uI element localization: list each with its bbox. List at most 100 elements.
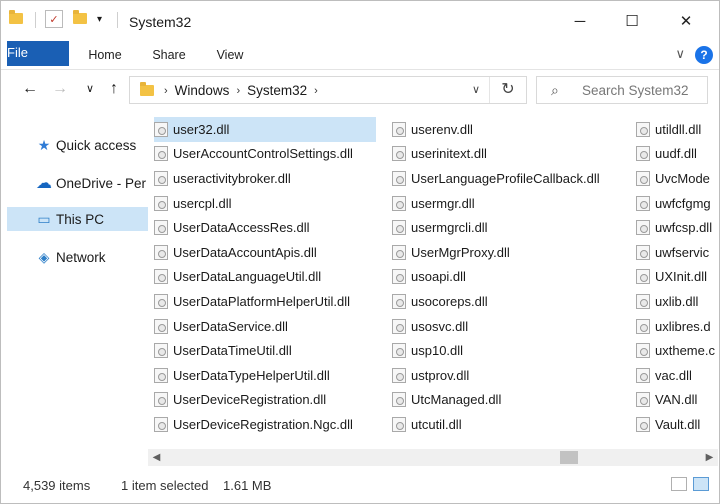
file-item[interactable]: usp10.dll [392,338,617,363]
file-item[interactable]: UXInit.dll [636,265,719,290]
chevron-down-icon[interactable]: ∨ [472,83,480,96]
file-item[interactable]: UtcManaged.dll [392,388,617,413]
file-item[interactable]: usermgrcli.dll [392,215,617,240]
scroll-left-icon[interactable]: ◀ [148,449,165,466]
properties-icon[interactable]: ✓ [45,10,63,28]
file-name: usermgrcli.dll [411,220,488,236]
file-item[interactable]: UserDataService.dll [154,314,378,339]
dll-file-icon [636,170,650,186]
chevron-right-icon: › [164,84,168,97]
dll-file-icon [154,170,168,186]
file-item[interactable]: UserLanguageProfileCallback.dll [392,166,617,191]
tab-home[interactable]: Home [81,41,129,69]
file-item[interactable]: UserAccountControlSettings.dll [154,142,378,167]
file-item[interactable]: userenv.dll [392,117,617,142]
new-folder-icon[interactable] [73,10,87,24]
file-item[interactable]: usercpl.dll [154,191,378,216]
scroll-thumb[interactable] [560,451,578,464]
address-bar[interactable]: › Windows › System32 › ∨ ↻ [129,76,527,104]
file-item[interactable]: uxlibres.d [636,314,719,339]
dll-file-icon [392,343,406,359]
status-bar: 4,539 items 1 item selected 1.61 MB [1,469,719,503]
file-item[interactable]: VAN.dll [636,388,719,413]
file-item[interactable]: usosvc.dll [392,314,617,339]
nav-item-quick-access[interactable]: ★ Quick access [7,133,148,157]
details-view-icon[interactable] [671,477,687,491]
file-item[interactable]: Vault.dll [636,412,719,437]
close-button[interactable]: ✕ [663,7,709,35]
dll-file-icon [154,220,168,236]
maximize-button[interactable]: ☐ [609,7,655,35]
file-item[interactable]: UserDataPlatformHelperUtil.dll [154,289,378,314]
search-input[interactable]: Search System32 [582,83,689,98]
up-arrow-icon[interactable]: ↑ [103,78,125,100]
breadcrumb-system32[interactable]: System32 [247,83,307,98]
tab-view[interactable]: View [207,41,253,69]
file-item[interactable]: UserDataAccessRes.dll [154,215,378,240]
tab-share[interactable]: Share [145,41,193,69]
file-item[interactable]: vac.dll [636,363,719,388]
nav-item-network[interactable]: ◈ Network [7,245,148,269]
dll-file-icon [636,146,650,162]
file-item[interactable]: UserMgrProxy.dll [392,240,617,265]
help-button[interactable]: ? [695,46,713,64]
window-title: System32 [129,14,192,30]
customize-toolbar-icon[interactable]: ▾ [97,14,102,25]
file-item[interactable]: usoapi.dll [392,265,617,290]
file-name: UserLanguageProfileCallback.dll [411,170,600,186]
selection-count: 1 item selected [121,478,209,493]
file-item[interactable]: UserDataTypeHelperUtil.dll [154,363,378,388]
file-item[interactable]: uxlib.dll [636,289,719,314]
file-name: ustprov.dll [411,367,470,383]
file-list[interactable]: user32.dll UserAccountControlSettings.dll… [148,111,719,449]
item-count: 4,539 items [23,478,91,493]
file-item[interactable]: uwfcsp.dll [636,215,719,240]
large-icons-view-icon[interactable] [693,477,709,491]
file-item[interactable]: UserDeviceRegistration.Ngc.dll [154,412,378,437]
file-item[interactable]: uxtheme.c [636,338,719,363]
file-item[interactable]: uudf.dll [636,142,719,167]
search-box[interactable]: ⌕ Search System32 [536,76,708,104]
file-item[interactable]: UserDeviceRegistration.dll [154,388,378,413]
file-name: Vault.dll [655,416,701,432]
file-name: UserDataTypeHelperUtil.dll [173,367,330,383]
file-item[interactable]: useractivitybroker.dll [154,166,378,191]
tab-file[interactable]: File [7,41,69,66]
dll-file-icon [154,318,168,334]
horizontal-scrollbar[interactable]: ◀ ▶ [148,449,718,466]
minimize-button[interactable]: ─ [557,7,603,35]
scroll-right-icon[interactable]: ▶ [701,449,718,466]
recent-locations-icon[interactable]: ∨ [79,78,101,100]
file-item[interactable]: usermgr.dll [392,191,617,216]
chevron-right-icon[interactable]: › [314,85,318,97]
file-item[interactable]: utildll.dll [636,117,719,142]
refresh-button[interactable]: ↻ [489,77,526,103]
file-name: usoapi.dll [411,269,466,285]
file-name: UserDataService.dll [173,318,288,334]
nav-item-this-pc[interactable]: ▭ This PC [7,207,148,231]
file-item[interactable]: ustprov.dll [392,363,617,388]
forward-arrow-icon[interactable]: → [49,78,71,100]
file-item[interactable]: utcutil.dll [392,412,617,437]
file-item[interactable]: userinitext.dll [392,142,617,167]
view-switcher [671,477,709,491]
file-item[interactable]: UvcMode [636,166,719,191]
file-item[interactable]: UserDataTimeUtil.dll [154,338,378,363]
file-name: UserDeviceRegistration.dll [173,392,327,408]
address-row: ← → ∨ ↑ › Windows › System32 › ∨ ↻ ⌕ Sea… [1,70,719,110]
file-name: usocoreps.dll [411,293,488,309]
file-item[interactable]: uwfcfgmg [636,191,719,216]
back-arrow-icon[interactable]: ← [19,78,41,100]
file-item[interactable]: usocoreps.dll [392,289,617,314]
nav-item-onedrive[interactable]: ☁ OneDrive - Per [7,171,148,195]
file-item[interactable]: user32.dll [154,117,376,142]
file-name: UserMgrProxy.dll [411,244,510,260]
file-name: uwfcfgmg [655,195,711,211]
file-item[interactable]: UserDataAccountApis.dll [154,240,378,265]
file-item[interactable]: UserDataLanguageUtil.dll [154,265,378,290]
file-item[interactable]: uwfservic [636,240,719,265]
chevron-down-icon[interactable]: ∨ [675,46,685,62]
breadcrumb-windows[interactable]: Windows [175,83,230,98]
chevron-right-icon[interactable]: › [236,85,240,97]
file-name: UXInit.dll [655,269,708,285]
